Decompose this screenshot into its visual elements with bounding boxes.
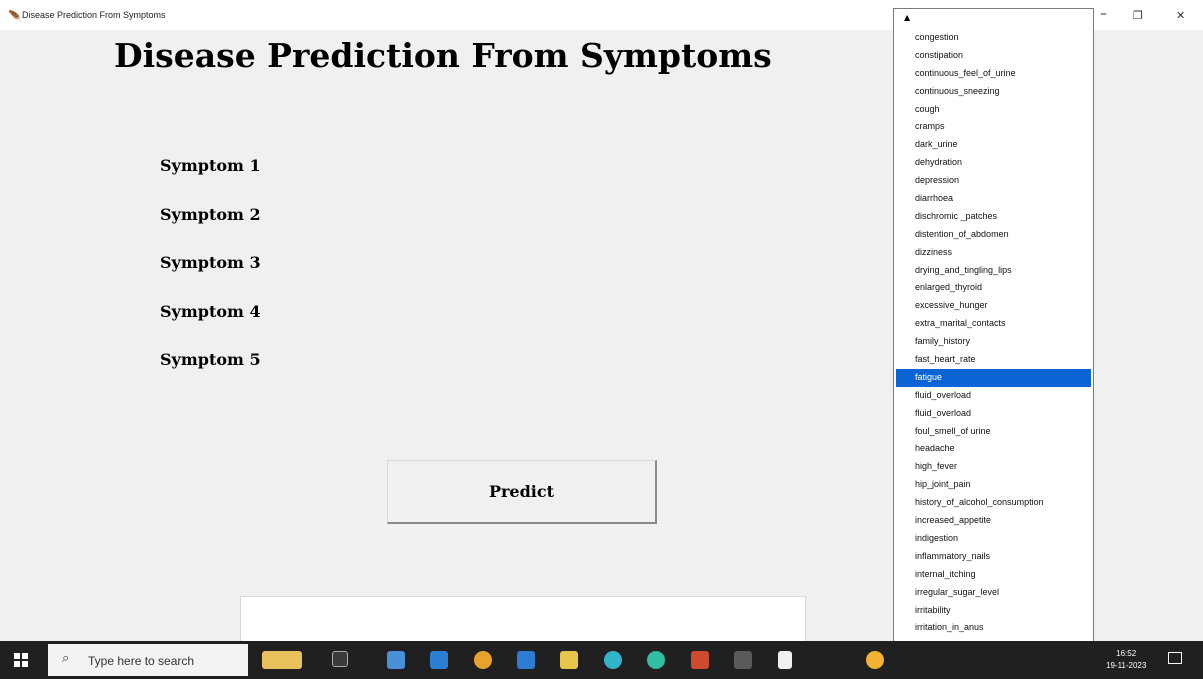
dropdown-option[interactable]: cough	[894, 101, 1093, 119]
dropdown-option[interactable]: dizziness	[894, 244, 1093, 262]
dropdown-option[interactable]: irritability	[894, 602, 1093, 620]
taskbar-search[interactable]: ⌕ Type here to search	[48, 644, 248, 676]
dropdown-option[interactable]: continuous_sneezing	[894, 83, 1093, 101]
mail-icon[interactable]	[430, 651, 448, 669]
dropdown-option[interactable]: congestion	[894, 29, 1093, 47]
clock-time: 16:52	[1116, 649, 1137, 658]
predict-button[interactable]: Predict	[387, 460, 657, 524]
dropdown-option[interactable]: fluid_overload	[894, 387, 1093, 405]
notification-icon[interactable]	[1168, 652, 1182, 664]
close-button[interactable]: ✕	[1176, 9, 1185, 22]
dropdown-option[interactable]: history_of_alcohol_consumption	[894, 494, 1093, 512]
vscode-icon[interactable]	[517, 651, 535, 669]
dropdown-option[interactable]: constipation	[894, 47, 1093, 65]
dropdown-option[interactable]: headache	[894, 440, 1093, 458]
minimize-button[interactable]: –	[1100, 6, 1107, 22]
dropdown-option[interactable]: irritation_in_anus	[894, 619, 1093, 637]
search-icon: ⌕	[62, 651, 70, 666]
page-title: Disease Prediction From Symptoms	[114, 36, 772, 75]
scroll-up-icon[interactable]: ▲	[904, 13, 910, 22]
dropdown-option[interactable]: indigestion	[894, 530, 1093, 548]
dropdown-option[interactable]: inflammatory_nails	[894, 548, 1093, 566]
store-icon[interactable]	[387, 651, 405, 669]
symptom-3-label: Symptom 3	[160, 253, 261, 272]
python-icon[interactable]	[866, 651, 884, 669]
dropdown-option[interactable]: dark_urine	[894, 136, 1093, 154]
file-explorer-icon[interactable]	[560, 651, 578, 669]
windows-start-icon[interactable]	[14, 653, 28, 667]
notepad-icon[interactable]	[778, 651, 792, 669]
dropdown-option[interactable]: foul_smell_of urine	[894, 423, 1093, 441]
search-placeholder: Type here to search	[88, 654, 195, 668]
dropdown-option[interactable]: diarrhoea	[894, 190, 1093, 208]
task-view-icon[interactable]	[332, 651, 348, 667]
window-title: Disease Prediction From Symptoms	[22, 10, 166, 20]
dropdown-option[interactable]: fluid_overload	[894, 405, 1093, 423]
chrome-icon[interactable]	[474, 651, 492, 669]
dropdown-option[interactable]: dehydration	[894, 154, 1093, 172]
dropdown-option[interactable]: increased_appetite	[894, 512, 1093, 530]
dropdown-option[interactable]: drying_and_tingling_lips	[894, 262, 1093, 280]
symptom-dropdown-list[interactable]: ▲ congestion constipation continuous_feel_…	[893, 8, 1094, 669]
chrome-canary-icon[interactable]	[647, 651, 665, 669]
dropdown-option[interactable]: irregular_sugar_level	[894, 584, 1093, 602]
dropdown-option[interactable]: internal_itching	[894, 566, 1093, 584]
dropdown-option[interactable]: extra_marital_contacts	[894, 315, 1093, 333]
symptom-1-label: Symptom 1	[160, 156, 261, 175]
result-textbox[interactable]	[240, 596, 806, 642]
cricket-widget-icon[interactable]	[262, 651, 302, 669]
taskbar-clock[interactable]: 16:52 19-11-2023	[1106, 648, 1146, 672]
dropdown-option[interactable]: fast_heart_rate	[894, 351, 1093, 369]
dropdown-option[interactable]: depression	[894, 172, 1093, 190]
dropdown-option[interactable]: fatigue	[896, 368, 1091, 387]
clock-date: 19-11-2023	[1106, 661, 1147, 670]
symptom-2-label: Symptom 2	[160, 205, 261, 224]
dropdown-option[interactable]: hip_joint_pain	[894, 476, 1093, 494]
dropdown-option[interactable]: high_fever	[894, 458, 1093, 476]
edge-icon[interactable]	[604, 651, 622, 669]
dropdown-option[interactable]: excessive_hunger	[894, 297, 1093, 315]
dropdown-options: congestion constipation continuous_feel_of…	[894, 29, 1093, 655]
maximize-button[interactable]: ❐	[1133, 9, 1143, 22]
dropdown-option[interactable]: family_history	[894, 333, 1093, 351]
symptom-4-label: Symptom 4	[160, 302, 261, 321]
dropdown-option[interactable]: distention_of_abdomen	[894, 226, 1093, 244]
dropdown-option[interactable]: continuous_feel_of_urine	[894, 65, 1093, 83]
dropdown-option[interactable]: enlarged_thyroid	[894, 279, 1093, 297]
app-icon[interactable]	[734, 651, 752, 669]
dropdown-option[interactable]: dischromic _patches	[894, 208, 1093, 226]
powerpoint-icon[interactable]	[691, 651, 709, 669]
symptom-5-label: Symptom 5	[160, 350, 261, 369]
taskbar: ⌕ Type here to search	[0, 641, 1203, 679]
dropdown-option[interactable]: cramps	[894, 118, 1093, 136]
feather-icon: 🪶	[8, 10, 22, 23]
